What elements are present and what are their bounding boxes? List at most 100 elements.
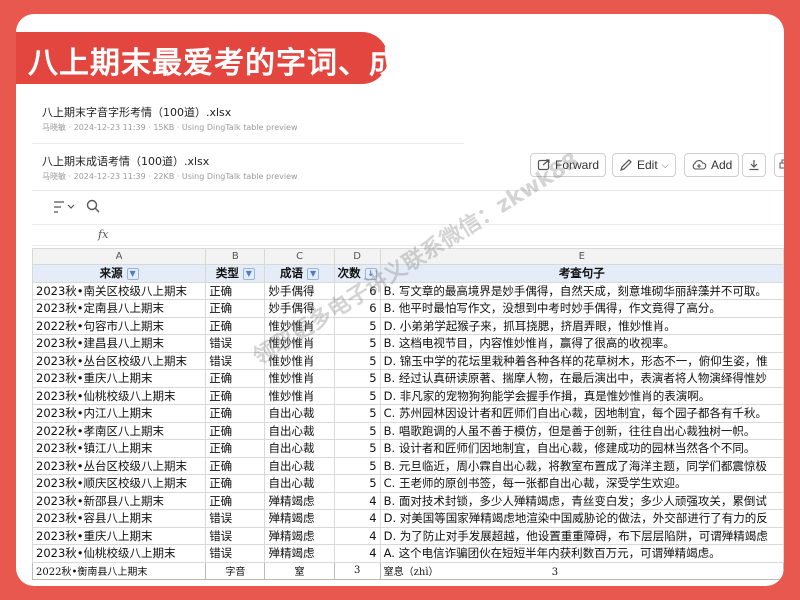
cell-count: 5 (333, 456, 381, 475)
forward-button[interactable]: Forward (530, 153, 607, 177)
download-button[interactable] (742, 153, 766, 177)
cell-pinyin-group: 窒息（zhì） 3 (379, 561, 784, 580)
table-row[interactable]: 2023秋•镇江八上期末 正确 自出心裁 5 B. 设计者和匠师们因地制宜，自出心裁，修… (32, 439, 784, 458)
table-row[interactable]: 2023秋•南关区校级八上期末 正确 妙手偶得 6 B. 写文章的最高境界是妙手偶得，自… (32, 281, 784, 300)
header-cell-sentence[interactable]: 考查句子 (379, 264, 784, 283)
edit-button[interactable]: Edit ⌵ (612, 153, 676, 177)
header-cell-count[interactable]: 次数 ↓ (333, 264, 381, 283)
cell-type: 错误 (205, 526, 266, 545)
cell-idiom: 自出心裁 (264, 421, 335, 440)
header-cell-idiom[interactable]: 成语 ▼ (264, 264, 335, 283)
cell-idiom: 妙手偶得 (264, 299, 335, 318)
column-letter[interactable]: B (205, 248, 266, 265)
cell-count: 5 (333, 351, 381, 370)
cell-sentence: C. 王老师的原创书签，每一张都自出心裁，深受学生欢迎。 (379, 474, 784, 493)
table-row[interactable]: 2023秋•顺庆区校级八上期末 正确 自出心裁 5 C. 王老师的原创书签，每一张都自出… (32, 474, 784, 493)
cell-sentence: D. 对美国等国家殚精竭虑地渲染中国威胁论的做法，外交部进行了有力的反 (379, 509, 784, 528)
table-row[interactable]: 2023秋•丛台区校级八上期末 错误 惟妙惟肖 5 D. 锦玉中学的花坛里栽种着各种各样… (32, 351, 784, 370)
cell-type: 正确 (205, 316, 266, 335)
title-banner: 八上期末最爱考的字词、成语 (16, 32, 430, 84)
cell-count-2: 3 (551, 567, 559, 579)
table-row[interactable]: 2022秋•句容市八上期末 正确 惟妙惟肖 5 D. 小弟弟学起猴子来，抓耳挠腮，挤眉弄… (32, 316, 784, 335)
table-row[interactable]: 2023秋•仙桃校级八上期末 错误 殚精竭虑 4 A. 这个电信诈骗团伙在短短半年内获利… (32, 544, 784, 563)
cell-idiom: 惟妙惟肖 (264, 351, 335, 370)
cell-idiom: 殚精竭虑 (264, 544, 335, 563)
cell-count: 5 (333, 369, 381, 388)
cell-count: 5 (333, 474, 381, 493)
formula-bar[interactable]: fx (32, 224, 784, 246)
header-cell-source[interactable]: 来源 ▼ (32, 264, 207, 283)
table-row[interactable]: 2023秋•新邵县八上期末 正确 殚精竭虑 4 B. 面对技术封锁，多少人殚精竭虑，青丝… (32, 491, 784, 510)
table-row[interactable]: 2023秋•建昌县八上期末 错误 惟妙惟肖 5 B. 这档电视节目，内容惟妙惟肖，赢得了… (32, 334, 784, 353)
cloud-add-icon (692, 160, 707, 170)
spreadsheet[interactable]: A B C D E 来源 ▼ 类型 ▼ 成语 ▼ 次数 ↓ 考查句子 2023秋•南关区… (32, 248, 784, 586)
cell-type: 正确 (205, 369, 266, 388)
table-row[interactable]: 2023秋•丛台区校级八上期末 正确 自出心裁 5 B. 元旦临近，周小霖自出心裁，将教… (32, 456, 784, 475)
cell-type: 正确 (205, 439, 266, 458)
cell-idiom: 惟妙惟肖 (264, 386, 335, 405)
filter-icon[interactable]: ▼ (242, 267, 255, 280)
file-meta: 马晓敏 · 2024-12-23 11:39 · 22KB · Using Di… (42, 172, 298, 181)
cell-sentence: B. 经过认真研读原著、揣摩人物，在最后演出中，表演者将人物演绎得惟妙 (379, 369, 784, 388)
cell-idiom: 殚精竭虑 (264, 509, 335, 528)
cell-type: 正确 (205, 474, 266, 493)
cell-type: 正确 (205, 281, 266, 300)
file-card-pinyin[interactable]: 八上期末字音字形考情（100道）.xlsx 马晓敏 · 2024-12-23 1… (32, 94, 464, 144)
cell-sentence: D. 非凡家的宠物狗狗能学会握手作揖，真是惟妙惟肖的表演啊。 (379, 386, 784, 405)
print-button[interactable] (774, 153, 784, 177)
cell-idiom: 殚精竭虑 (264, 491, 335, 510)
column-letters: A B C D E (32, 248, 784, 265)
fx-label: fx (98, 228, 109, 241)
cell-source: 2023秋•丛台区校级八上期末 (32, 456, 207, 475)
cell-type: 错误 (205, 351, 266, 370)
add-button[interactable]: Add (684, 153, 740, 177)
header-cell-type[interactable]: 类型 ▼ (205, 264, 266, 283)
table-row[interactable]: 2023秋•定南县八上期末 正确 妙手偶得 6 B. 他平时最怕写作文，没想到中考时妙手… (32, 299, 784, 318)
cell-count: 6 (333, 281, 381, 300)
cell-source: 2023秋•容县八上期末 (32, 509, 207, 528)
forward-icon (537, 159, 550, 171)
cell-source: 2023秋•顺庆区校级八上期末 (32, 474, 207, 493)
table-row[interactable]: 2023秋•容县八上期末 错误 殚精竭虑 4 D. 对美国等国家殚精竭虑地渲染中国威胁论… (32, 509, 784, 528)
cell-sentence: D. 为了防止对手发展超越，他设置重重障碍，布下层层陷阱，可谓殚精竭虑 (379, 526, 784, 545)
cell-source: 2022秋•句容市八上期末 (32, 316, 207, 335)
sort-icon[interactable] (52, 200, 76, 214)
table-row[interactable]: 2023秋•仙桃校级八上期末 正确 惟妙惟肖 5 D. 非凡家的宠物狗狗能学会握手作揖，… (32, 386, 784, 405)
cell-count: 4 (333, 526, 381, 545)
file-card-idioms[interactable]: 八上期末成语考情（100道）.xlsx 马晓敏 · 2024-12-23 11:… (32, 147, 784, 191)
table-row[interactable]: 2023秋•重庆八上期末 错误 殚精竭虑 4 D. 为了防止对手发展超越，他设置重重障碍… (32, 526, 784, 545)
column-letter[interactable]: C (264, 248, 335, 265)
table-row[interactable]: 2022秋•孝南区八上期末 正确 自出心裁 5 B. 唱歌跑调的人虽不善于模仿，但是善于… (32, 421, 784, 440)
cell-source: 2023秋•丛台区校级八上期末 (32, 351, 207, 370)
forward-label: Forward (555, 158, 600, 172)
filter-icon[interactable]: ▼ (307, 267, 320, 280)
table-row-partial[interactable]: 2022秋•衡南县八上期末 字音 窒 3 窒息（zhì） 3 (32, 561, 784, 580)
cell-source: 2022秋•衡南县八上期末 (32, 561, 207, 580)
cell-source: 2023秋•南关区校级八上期末 (32, 281, 207, 300)
cell-type: 正确 (205, 456, 266, 475)
cell-pinyin: 窒息（zhì） (383, 567, 439, 579)
filter-icon[interactable]: ▼ (126, 267, 139, 280)
search-icon[interactable] (86, 199, 100, 213)
cell-sentence: D. 小弟弟学起猴子来，抓耳挠腮，挤眉弄眼，惟妙惟肖。 (379, 316, 784, 335)
cell-idiom: 自出心裁 (264, 404, 335, 423)
cell-sentence: B. 元旦临近，周小霖自出心裁，将教室布置成了海洋主题，同学们都震惊极 (379, 456, 784, 475)
table-row[interactable]: 2023秋•内江八上期末 正确 自出心裁 5 C. 苏州园林因设计者和匠师们自出心裁，因… (32, 404, 784, 423)
column-letter[interactable]: A (32, 248, 207, 265)
cell-count: 5 (333, 386, 381, 405)
table-row[interactable]: 2023秋•重庆八上期末 正确 惟妙惟肖 5 B. 经过认真研读原著、揣摩人物，在最后演… (32, 369, 784, 388)
cell-sentence: D. 锦玉中学的花坛里栽种着各种各样的花草树木，形态不一，俯仰生姿，惟 (379, 351, 784, 370)
column-letter[interactable]: E (379, 248, 784, 265)
column-letter[interactable]: D (333, 248, 381, 265)
print-icon (779, 159, 784, 169)
sort-desc-icon[interactable]: ↓ (364, 267, 377, 280)
cell-type: 正确 (205, 386, 266, 405)
cell-type: 错误 (205, 334, 266, 353)
cell-count: 5 (333, 316, 381, 335)
cell-type: 错误 (205, 509, 266, 528)
header-label: 考查句子 (558, 266, 605, 281)
cell-source: 2023秋•内江八上期末 (32, 404, 207, 423)
cell-source: 2022秋•孝南区八上期末 (32, 421, 207, 440)
cell-idiom: 惟妙惟肖 (264, 334, 335, 353)
screenshot-frame: 八上期末最爱考的字词、成语 八上期末字音字形考情（100道）.xlsx 马晓敏 … (16, 14, 784, 586)
